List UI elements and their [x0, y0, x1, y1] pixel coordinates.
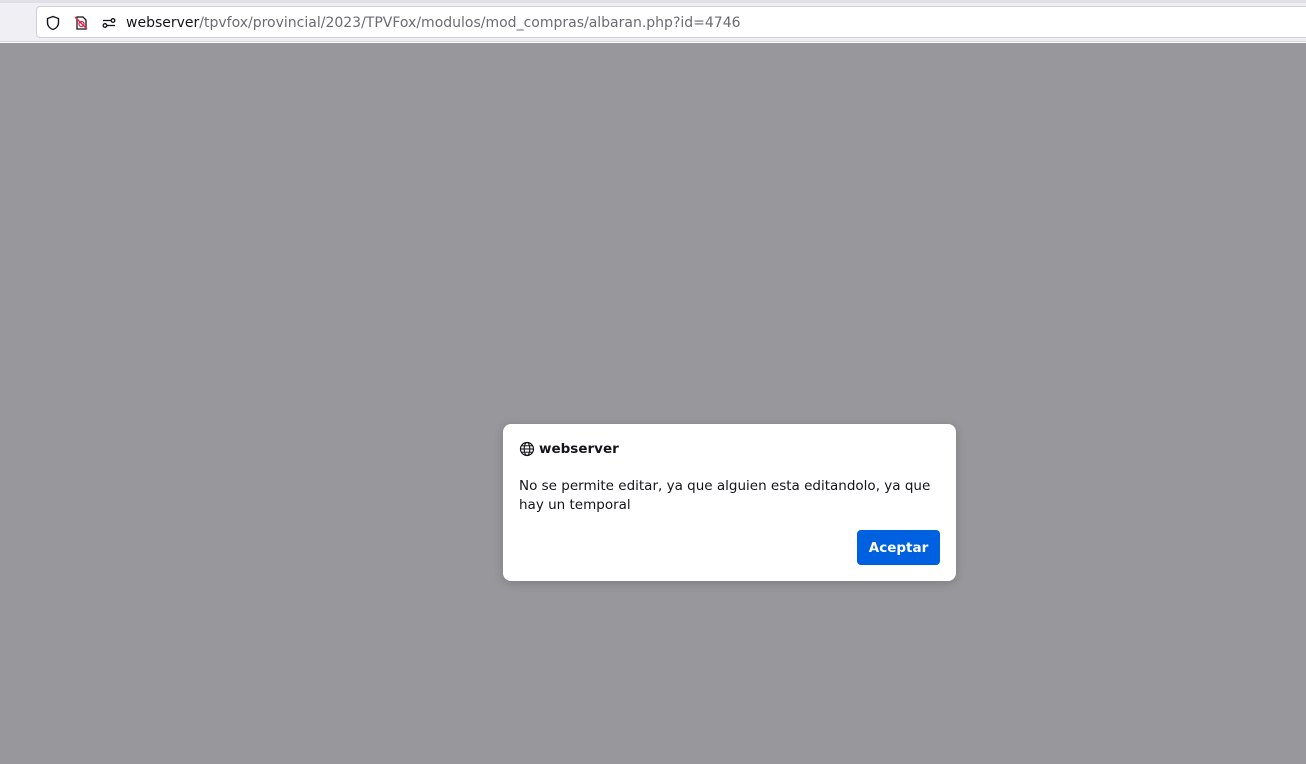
alert-dialog: webserver No se permite editar, ya que a…: [503, 424, 956, 581]
url-host: webserver: [126, 15, 200, 31]
toolbar-top-edge: [0, 0, 1306, 3]
globe-icon: [519, 441, 535, 457]
shield-icon[interactable]: [44, 14, 62, 32]
browser-toolbar: webserver/tpvfox/provincial/2023/TPVFox/…: [0, 0, 1306, 42]
site-permissions-icon[interactable]: [100, 14, 118, 32]
dialog-message: No se permite editar, ya que alguien est…: [519, 478, 931, 513]
dimmed-page-overlay: [0, 43, 1306, 764]
dialog-header: webserver: [519, 440, 619, 458]
url-text[interactable]: webserver/tpvfox/provincial/2023/TPVFox/…: [126, 13, 741, 33]
url-bar[interactable]: webserver/tpvfox/provincial/2023/TPVFox/…: [36, 6, 1306, 38]
dialog-origin: webserver: [539, 441, 619, 457]
accept-button[interactable]: Aceptar: [857, 530, 940, 565]
url-path: /tpvfox/provincial/2023/TPVFox/modulos/m…: [199, 15, 741, 31]
no-mic-permission-icon[interactable]: [72, 14, 90, 32]
